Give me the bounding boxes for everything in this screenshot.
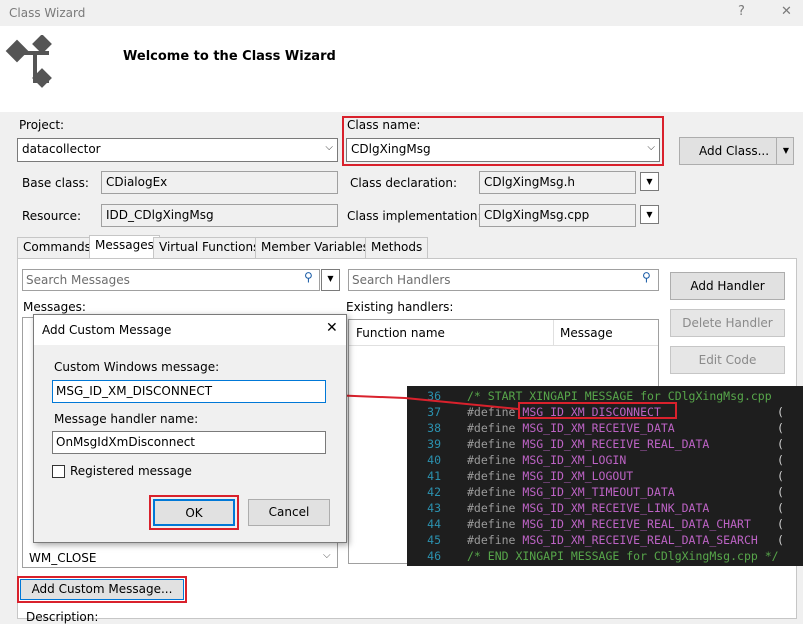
close-icon[interactable]: ✕ [326,320,338,336]
registered-checkbox[interactable] [52,465,65,478]
cancel-button[interactable]: Cancel [248,499,330,526]
dialog-title: Add Custom Message [42,323,172,337]
add-custom-message-dialog: Add Custom Message ✕ Custom Windows mess… [33,314,347,543]
dialog-titlebar: Add Custom Message ✕ [34,315,346,345]
ok-button[interactable]: OK [153,499,235,526]
handler-name-input[interactable]: OnMsgIdXmDisconnect [52,431,326,454]
handler-name-label: Message handler name: [54,412,199,426]
custom-message-input[interactable]: MSG_ID_XM_DISCONNECT [52,380,326,403]
custom-message-label: Custom Windows message: [54,360,220,374]
registered-label: Registered message [70,464,192,478]
